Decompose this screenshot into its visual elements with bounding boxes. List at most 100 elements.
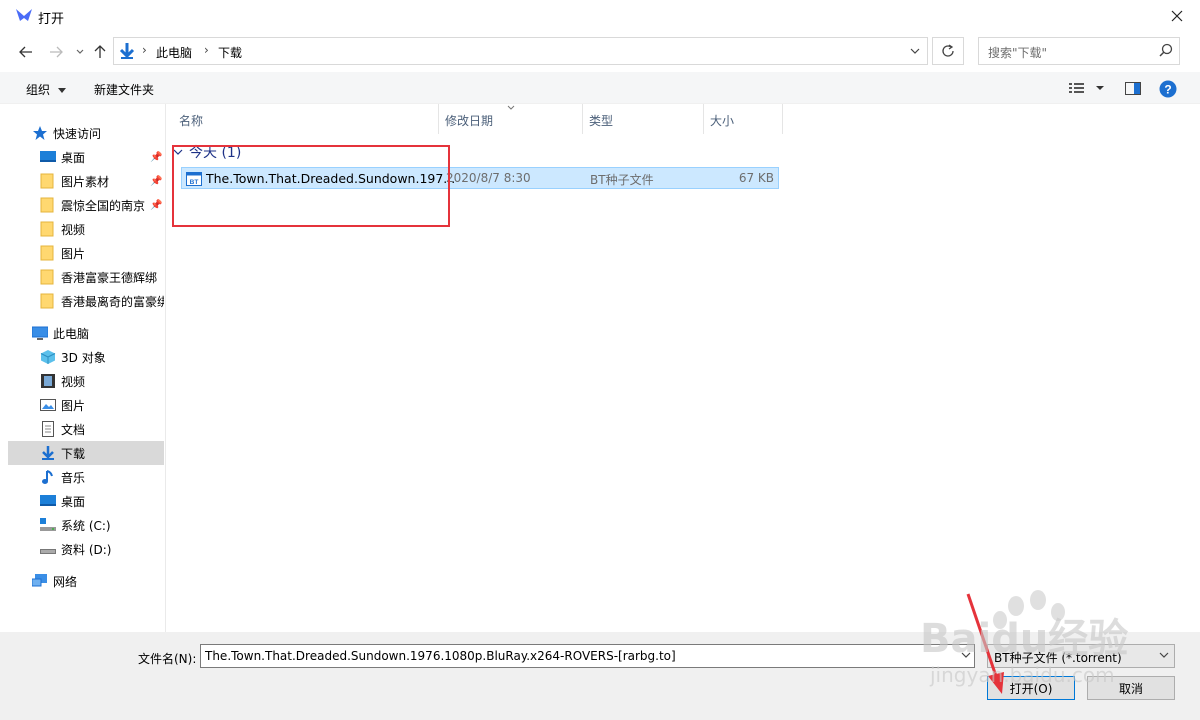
sidebar-item-pictures-material[interactable]: 图片素材 📌 [8, 169, 164, 193]
sidebar-item-folder[interactable]: 香港富豪王德辉绑 [8, 265, 164, 289]
sidebar-item-desktop-pc[interactable]: 桌面 [8, 489, 164, 513]
organize-button[interactable]: 组织 [26, 81, 66, 98]
sidebar-item-label: 图片 [61, 246, 86, 261]
column-header-type[interactable]: 类型 [583, 104, 704, 134]
breadcrumb-separator: › [204, 43, 209, 57]
filename-input[interactable]: The.Town.That.Dreaded.Sundown.1976.1080p… [200, 644, 975, 668]
pin-icon: 📌 [150, 151, 163, 163]
sidebar-item-drive-d[interactable]: 资料 (D:) [8, 537, 164, 561]
system-drive-icon [40, 518, 56, 531]
file-type-filter[interactable]: BT种子文件 (*.torrent) [987, 644, 1175, 668]
search-input[interactable]: 搜索"下载" [978, 37, 1180, 65]
refresh-button[interactable] [932, 37, 964, 65]
help-icon[interactable]: ? [1159, 80, 1177, 98]
sidebar-item-label: 震惊全国的南京 [61, 198, 146, 213]
sidebar-item-downloads[interactable]: 下载 [8, 441, 164, 465]
preview-pane-icon[interactable] [1125, 82, 1141, 95]
sidebar-item-label: 香港富豪王德辉绑 [61, 270, 158, 285]
sidebar-item-network[interactable]: 网络 [8, 569, 164, 593]
document-icon [42, 421, 54, 437]
sidebar-item-pictures-folder[interactable]: 图片 [8, 241, 164, 265]
chevron-down-icon [1159, 652, 1169, 658]
drive-icon [40, 549, 56, 554]
app-logo-icon [16, 9, 32, 21]
address-bar[interactable]: › 此电脑 › 下载 [113, 37, 928, 65]
download-icon [42, 446, 54, 460]
sidebar-item-label: 下载 [61, 446, 86, 461]
sort-chevron-icon [507, 105, 515, 110]
breadcrumb-this-pc[interactable]: 此电脑 [156, 44, 192, 61]
close-icon [1171, 10, 1183, 22]
window-title: 打开 [38, 12, 65, 27]
sidebar-item-label: 图片 [61, 398, 86, 413]
pin-icon: 📌 [150, 199, 163, 211]
up-button[interactable] [88, 40, 112, 64]
folder-icon [40, 173, 54, 189]
forward-button[interactable] [44, 40, 68, 64]
sidebar-item-label: 快速访问 [53, 126, 102, 141]
back-button[interactable] [14, 40, 38, 64]
chevron-down-icon [76, 49, 84, 54]
sidebar-item-label: 网络 [53, 574, 78, 589]
sidebar-item-folder[interactable]: 香港最离奇的富豪绑 [8, 289, 164, 313]
open-button[interactable]: 打开(O) [987, 676, 1075, 700]
svg-text:?: ? [1164, 83, 1171, 97]
film-icon [41, 374, 55, 388]
desktop-icon [40, 495, 56, 506]
sidebar-item-desktop[interactable]: 桌面 📌 [8, 145, 164, 169]
close-button[interactable] [1154, 0, 1200, 32]
sidebar-item-label: 视频 [61, 374, 86, 389]
filename-label: 文件名(N): [138, 652, 197, 666]
pin-icon: 📌 [150, 175, 163, 187]
desktop-icon [40, 151, 56, 162]
sidebar-item-label: 音乐 [61, 470, 86, 485]
sidebar-item-pictures[interactable]: 图片 [8, 393, 164, 417]
annotation-highlight-box [172, 145, 450, 227]
sidebar-item-folder[interactable]: 震惊全国的南京 📌 [8, 193, 164, 217]
sidebar-item-label: 桌面 [61, 494, 86, 509]
command-bar: 组织 新建文件夹 ? [0, 72, 1200, 104]
breadcrumb-downloads[interactable]: 下载 [218, 44, 242, 61]
file-dialog-footer: 文件名(N): The.Town.That.Dreaded.Sundown.19… [0, 632, 1200, 720]
column-header-label: 类型 [589, 114, 614, 128]
sidebar-item-label: 桌面 [61, 150, 86, 165]
sidebar-item-documents[interactable]: 文档 [8, 417, 164, 441]
column-header-label: 大小 [710, 114, 735, 128]
music-note-icon [42, 470, 53, 484]
folder-icon [40, 221, 54, 237]
sidebar-item-videos[interactable]: 视频 [8, 369, 164, 393]
folder-icon [40, 245, 54, 261]
arrow-right-icon [50, 46, 63, 58]
sidebar-item-3d-objects[interactable]: 3D 对象 [8, 345, 164, 369]
refresh-icon [942, 44, 954, 57]
folder-icon [40, 293, 54, 309]
title-bar: 打开 [0, 0, 1200, 32]
organize-label: 组织 [26, 83, 51, 97]
new-folder-button[interactable]: 新建文件夹 [94, 81, 154, 98]
view-options-icon[interactable] [1069, 82, 1105, 94]
address-dropdown-button[interactable] [906, 42, 924, 60]
sidebar-item-label: 视频 [61, 222, 86, 237]
sidebar-item-label: 3D 对象 [61, 350, 106, 365]
chevron-down-icon[interactable] [960, 649, 972, 661]
column-header-date[interactable]: 修改日期 [439, 104, 583, 134]
sidebar-item-label: 此电脑 [53, 326, 90, 341]
sidebar-item-drive-c[interactable]: 系统 (C:) [8, 513, 164, 537]
file-date: 2020/8/7 8:30 [446, 171, 531, 185]
picture-icon [40, 399, 56, 411]
filter-value: BT种子文件 (*.torrent) [994, 651, 1122, 665]
column-header-size[interactable]: 大小 [704, 104, 783, 134]
computer-icon [32, 326, 48, 340]
arrow-up-icon [94, 45, 106, 58]
file-type: BT种子文件 [590, 173, 654, 187]
sidebar-item-videos-folder[interactable]: 视频 [8, 217, 164, 241]
column-header-label: 名称 [179, 114, 204, 128]
column-header-name[interactable]: 名称 [173, 104, 439, 134]
sidebar-item-music[interactable]: 音乐 [8, 465, 164, 489]
sidebar-item-quick-access[interactable]: 快速访问 [8, 121, 164, 145]
caret-down-icon [57, 88, 66, 93]
search-icon[interactable] [1159, 43, 1173, 57]
cancel-button[interactable]: 取消 [1087, 676, 1175, 700]
sidebar-item-this-pc[interactable]: 此电脑 [8, 321, 164, 345]
cube-icon [40, 350, 56, 364]
